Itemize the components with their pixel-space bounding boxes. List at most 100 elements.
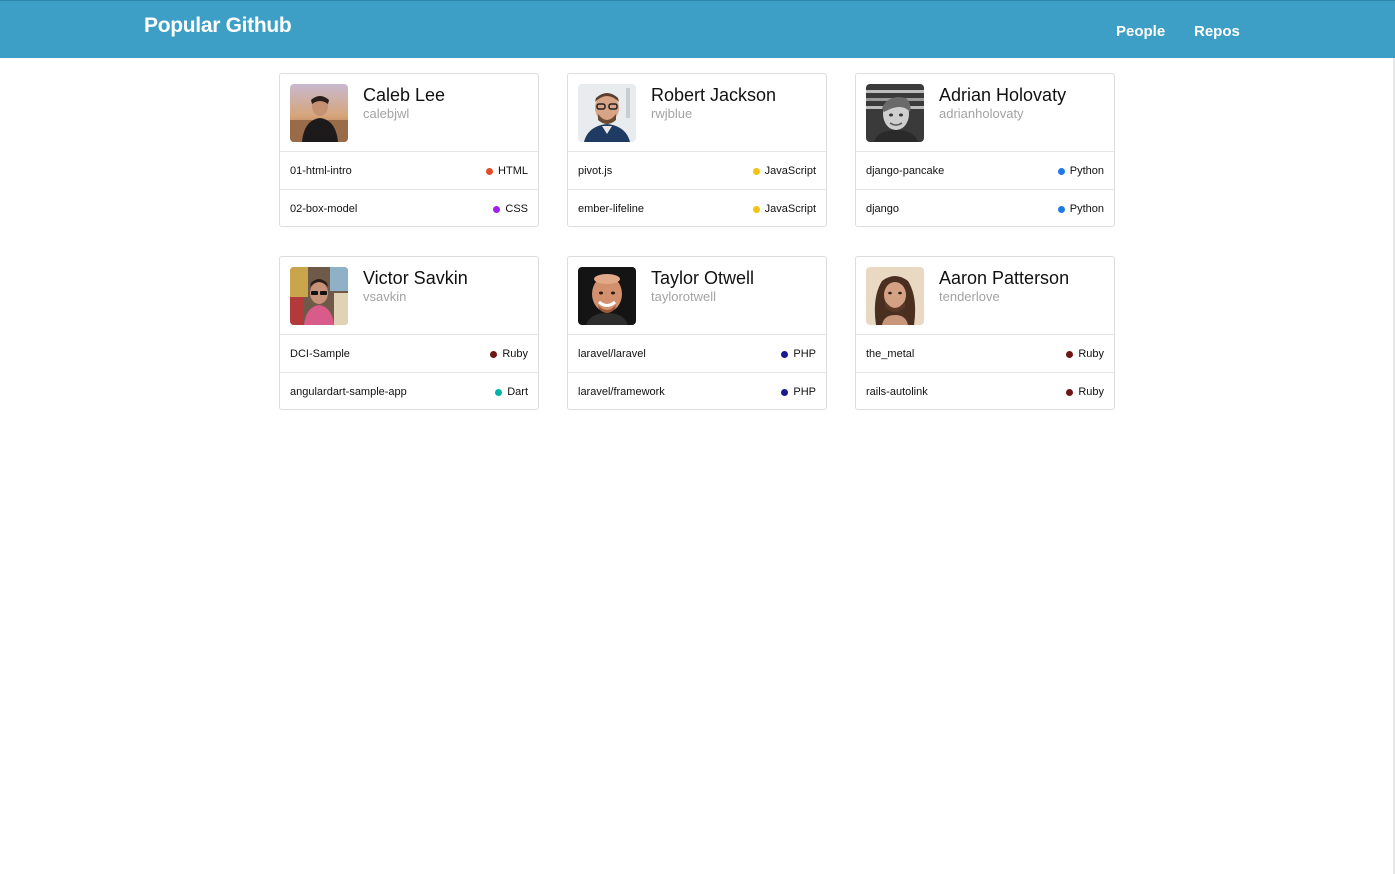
person-name[interactable]: Adrian Holovaty [939,85,1066,106]
person-card: Caleb Lee calebjwl 01-html-intro HTML 02… [279,73,539,227]
repo-row[interactable]: DCI-Sample Ruby [280,335,538,372]
language-label: Ruby [1078,348,1104,360]
avatar[interactable] [578,267,636,325]
language-label: Ruby [1078,386,1104,398]
person-card: Aaron Patterson tenderlove the_metal Rub… [855,256,1115,410]
language-label: CSS [505,203,528,215]
language-dot-icon [1057,167,1065,175]
person-name[interactable]: Taylor Otwell [651,268,754,289]
repo-name[interactable]: rails-autolink [866,386,928,398]
language-label: Dart [507,386,528,398]
language-dot-icon [493,205,501,213]
person-card-header: Adrian Holovaty adrianholovaty [856,74,1114,152]
person-photo-icon [866,267,924,325]
person-photo-icon [578,84,636,142]
avatar[interactable] [866,84,924,142]
repo-name[interactable]: django-pancake [866,165,944,177]
avatar[interactable] [866,267,924,325]
person-name[interactable]: Victor Savkin [363,268,468,289]
nav-repos-link[interactable]: Repos [1194,23,1240,40]
person-card: Taylor Otwell taylorotwell laravel/larav… [567,256,827,410]
repo-language: PHP [781,386,816,398]
repo-language: JavaScript [752,165,816,177]
person-card-header: Aaron Patterson tenderlove [856,257,1114,335]
repo-language: JavaScript [752,203,816,215]
repo-language: Ruby [490,348,528,360]
language-dot-icon [1057,205,1065,213]
language-label: PHP [793,348,816,360]
repo-name[interactable]: pivot.js [578,165,612,177]
repo-name[interactable]: 02-box-model [290,203,357,215]
brand-title[interactable]: Popular Github [144,14,292,38]
repo-language: CSS [493,203,528,215]
repo-name[interactable]: laravel/framework [578,386,665,398]
person-card-header: Robert Jackson rwjblue [568,74,826,152]
repo-name[interactable]: ember-lifeline [578,203,644,215]
language-label: Ruby [502,348,528,360]
language-dot-icon [752,205,760,213]
language-label: JavaScript [764,203,816,215]
repo-row[interactable]: the_metal Ruby [856,335,1114,372]
repo-name[interactable]: the_metal [866,348,914,360]
person-card: Adrian Holovaty adrianholovaty django-pa… [855,73,1115,227]
avatar[interactable] [578,84,636,142]
language-label: Python [1069,165,1104,177]
person-photo-icon [866,84,924,142]
repo-row[interactable]: laravel/framework PHP [568,372,826,409]
people-grid: Caleb Lee calebjwl 01-html-intro HTML 02… [279,73,1115,410]
person-card: Robert Jackson rwjblue pivot.js JavaScri… [567,73,827,227]
language-dot-icon [781,350,789,358]
language-dot-icon [495,388,503,396]
person-photo-icon [290,84,348,142]
repo-language: PHP [781,348,816,360]
person-name[interactable]: Robert Jackson [651,85,776,106]
person-photo-icon [290,267,348,325]
person-photo-icon [578,267,636,325]
language-dot-icon [781,388,789,396]
top-navbar: Popular Github People Repos [0,0,1395,58]
repo-language: Python [1057,203,1104,215]
person-login: calebjwl [363,106,410,121]
person-login: tenderlove [939,289,1000,304]
language-label: JavaScript [764,165,816,177]
repo-language: Ruby [1066,348,1104,360]
nav-people-link[interactable]: People [1116,23,1165,40]
repo-row[interactable]: laravel/laravel PHP [568,335,826,372]
language-dot-icon [752,167,760,175]
language-dot-icon [490,350,498,358]
repo-row[interactable]: angulardart-sample-app Dart [280,372,538,409]
repo-name[interactable]: laravel/laravel [578,348,646,360]
person-card-header: Taylor Otwell taylorotwell [568,257,826,335]
person-card-header: Caleb Lee calebjwl [280,74,538,152]
repo-row[interactable]: rails-autolink Ruby [856,372,1114,409]
repo-row[interactable]: pivot.js JavaScript [568,152,826,189]
repo-row[interactable]: django Python [856,189,1114,226]
person-name[interactable]: Aaron Patterson [939,268,1069,289]
language-label: PHP [793,386,816,398]
avatar[interactable] [290,267,348,325]
person-login: rwjblue [651,106,693,121]
language-label: HTML [498,165,528,177]
repo-name[interactable]: 01-html-intro [290,165,352,177]
repo-name[interactable]: angulardart-sample-app [290,386,407,398]
person-login: adrianholovaty [939,106,1024,121]
language-label: Python [1069,203,1104,215]
repo-name[interactable]: django [866,203,899,215]
repo-language: Dart [495,386,528,398]
repo-row[interactable]: 01-html-intro HTML [280,152,538,189]
repo-row[interactable]: 02-box-model CSS [280,189,538,226]
repo-name[interactable]: DCI-Sample [290,348,350,360]
person-login: vsavkin [363,289,407,304]
avatar[interactable] [290,84,348,142]
repo-row[interactable]: django-pancake Python [856,152,1114,189]
person-login: taylorotwell [651,289,717,304]
repo-row[interactable]: ember-lifeline JavaScript [568,189,826,226]
repo-language: HTML [486,165,528,177]
repo-language: Ruby [1066,386,1104,398]
language-dot-icon [486,167,494,175]
language-dot-icon [1066,350,1074,358]
language-dot-icon [1066,388,1074,396]
person-card-header: Victor Savkin vsavkin [280,257,538,335]
person-name[interactable]: Caleb Lee [363,85,445,106]
person-card: Victor Savkin vsavkin DCI-Sample Ruby an… [279,256,539,410]
